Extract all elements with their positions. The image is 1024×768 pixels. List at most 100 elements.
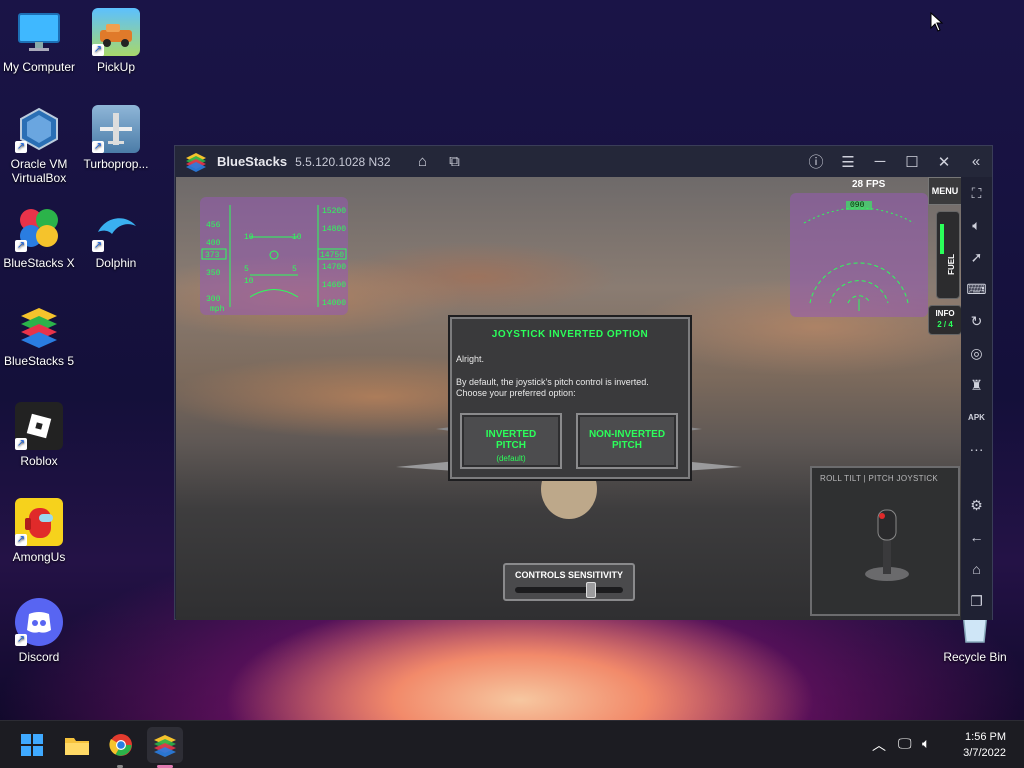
clock-time: 1:56 PM <box>965 731 1006 743</box>
windows-start-icon[interactable] <box>14 727 50 763</box>
hud-alt-value: 14800 <box>322 225 347 234</box>
maximize-icon[interactable]: ☐ <box>896 153 928 171</box>
hud-pitch-value: 5 <box>292 265 297 274</box>
desktop-icon-dolphin[interactable]: ↗ Dolphin <box>73 204 159 270</box>
desktop-icon-roblox[interactable]: ↗ Roblox <box>0 402 82 468</box>
hud-speed-current: 373 <box>205 251 220 260</box>
hud-radar-panel: 090 <box>790 193 928 317</box>
non-inverted-pitch-button[interactable]: NON-INVERTED PITCH <box>576 413 678 469</box>
file-explorer-icon[interactable] <box>59 727 95 763</box>
desktop-icon-label: BlueStacks X <box>3 256 75 270</box>
discord-icon: ↗ <box>15 598 63 646</box>
window-titlebar[interactable]: BlueStacks 5.5.120.1028 N32 ⌂ ⧉ ⓘ ☰ ─ ☐ … <box>175 146 992 177</box>
sensitivity-track[interactable] <box>515 587 623 593</box>
volume-icon[interactable]: 🔈︎ <box>922 735 930 752</box>
shortcut-arrow-icon: ↗ <box>92 240 104 252</box>
controls-sensitivity-slider[interactable]: CONTROLS SENSITIVITY <box>503 563 635 601</box>
hud-speed-value: 400 <box>206 239 221 248</box>
joystick-panel[interactable]: ROLL TILT | PITCH JOYSTICK <box>810 466 960 616</box>
collapse-sidebar-icon[interactable]: « <box>960 153 992 170</box>
non-inverted-pitch-label-line2: PITCH <box>612 440 642 451</box>
build-icon[interactable]: ♜ <box>961 369 992 401</box>
inverted-pitch-button[interactable]: INVERTED PITCH (default) <box>460 413 562 469</box>
help-icon[interactable]: ⓘ <box>800 151 832 172</box>
hud-speed-value: 300 <box>206 295 221 304</box>
minimize-icon[interactable]: ─ <box>864 153 896 170</box>
fullscreen-icon[interactable]: ⛶ <box>961 177 992 209</box>
apk-icon[interactable]: APK <box>961 401 992 433</box>
hud-alt-value: 14000 <box>322 299 347 308</box>
desktop-icon-my-computer[interactable]: My Computer <box>0 8 82 74</box>
rotate-icon[interactable]: ↻ <box>961 305 992 337</box>
bluestacks-icon[interactable] <box>147 727 183 763</box>
dialog-text: By default, the joystick's pitch control… <box>456 377 688 399</box>
dialog-line-choose: Choose your preferred option: <box>456 388 576 398</box>
shortcut-arrow-icon: ↗ <box>15 240 27 252</box>
camera-icon[interactable]: ◎ <box>961 337 992 369</box>
desktop-icon-virtualbox[interactable]: ↗ Oracle VM VirtualBox <box>0 105 82 185</box>
multi-instance-icon[interactable]: ⧉ <box>439 153 471 170</box>
joystick-icon[interactable] <box>862 504 912 584</box>
turboprop-icon: ↗ <box>92 105 140 153</box>
pointer-icon[interactable]: ➚ <box>961 241 992 273</box>
inverted-pitch-default-note: (default) <box>496 454 526 463</box>
inverted-pitch-label-line2: PITCH <box>496 440 526 451</box>
hud-heading-box: 090 <box>850 201 865 210</box>
hud-alt-value: 14600 <box>322 281 347 290</box>
shortcut-arrow-icon: ↗ <box>15 534 27 546</box>
shortcut-arrow-icon: ↗ <box>15 634 27 646</box>
hud-alt-value: 14700 <box>322 263 347 272</box>
menu-icon[interactable]: ☰ <box>832 153 864 171</box>
sensitivity-label: CONTROLS SENSITIVITY <box>514 570 623 580</box>
among-us-icon: ↗ <box>15 498 63 546</box>
game-menu-button[interactable]: MENU <box>928 177 962 205</box>
desktop-icon-bluestacks-5[interactable]: BlueStacks 5 <box>0 302 82 368</box>
desktop-icon-label: Roblox <box>20 454 58 468</box>
more-icon[interactable]: ··· <box>961 433 992 465</box>
shortcut-arrow-icon: ↗ <box>15 438 27 450</box>
chevron-up-icon[interactable]: ︿ <box>872 735 886 755</box>
info-label: INFO <box>935 309 955 318</box>
bluestacks-logo-icon <box>185 152 207 172</box>
roblox-icon: ↗ <box>15 402 63 450</box>
fuel-label: FUEL <box>947 254 956 275</box>
close-icon[interactable]: ✕ <box>928 153 960 171</box>
desktop-icon-among-us[interactable]: ↗ AmongUs <box>0 498 82 564</box>
settings-icon[interactable]: ⚙ <box>961 489 992 521</box>
game-viewport[interactable]: 456 400 373 350 300 mph 10 10 5 5 10 152… <box>176 177 962 620</box>
desktop-icon-turboprop[interactable]: ↗ Turboprop... <box>73 105 159 171</box>
virtualbox-icon: ↗ <box>15 105 63 153</box>
info-button[interactable]: INFO 2 / 4 <box>928 305 962 335</box>
dialog-line-default: By default, the joystick's pitch control… <box>456 377 649 387</box>
desktop-icon-discord[interactable]: ↗ Discord <box>0 598 82 664</box>
desktop-icon-label: PickUp <box>96 60 135 74</box>
network-icon[interactable]: 🖵︎ <box>898 735 912 752</box>
home-icon[interactable]: ⌂ <box>961 553 992 585</box>
chrome-icon[interactable] <box>103 727 139 763</box>
desktop-icon-pickup[interactable]: ↗ PickUp <box>73 8 159 74</box>
desktop-icon-label: BlueStacks 5 <box>3 354 75 368</box>
desktop-icon-bluestacks-x[interactable]: ↗ BlueStacks X <box>0 204 82 270</box>
dialog-title: JOYSTICK INVERTED OPTION <box>491 329 649 340</box>
desktop-icon-label: AmongUs <box>12 550 66 564</box>
non-inverted-pitch-label-line1: NON-INVERTED <box>588 429 666 440</box>
hud-pitch-value: 10 <box>292 233 302 242</box>
dolphin-icon: ↗ <box>92 204 140 252</box>
system-clock[interactable]: 1:56 PM 3/7/2022 <box>963 729 1006 761</box>
volume-icon[interactable]: 🔈︎ <box>961 209 992 241</box>
recent-apps-icon[interactable]: ❐ <box>961 585 992 617</box>
hud-pitch-value: 10 <box>244 233 254 242</box>
desktop-icon-label: My Computer <box>2 60 76 74</box>
monitor-icon <box>15 8 63 56</box>
fps-counter: 28 FPS <box>852 179 886 190</box>
bluestacks-window: BlueStacks 5.5.120.1028 N32 ⌂ ⧉ ⓘ ☰ ─ ☐ … <box>174 145 993 620</box>
keyboard-icon[interactable]: ⌨ <box>961 273 992 305</box>
home-icon[interactable]: ⌂ <box>407 153 439 170</box>
sensitivity-knob[interactable] <box>586 582 597 598</box>
joystick-panel-header: ROLL TILT | PITCH JOYSTICK <box>820 474 939 483</box>
hud-alt-current: 14750 <box>320 251 345 260</box>
joystick-inverted-dialog: JOYSTICK INVERTED OPTION Alright. By def… <box>450 317 690 479</box>
back-icon[interactable]: ← <box>961 521 992 553</box>
hud-pitch-value: 5 <box>244 265 249 274</box>
bluestacks-x-icon: ↗ <box>15 204 63 252</box>
